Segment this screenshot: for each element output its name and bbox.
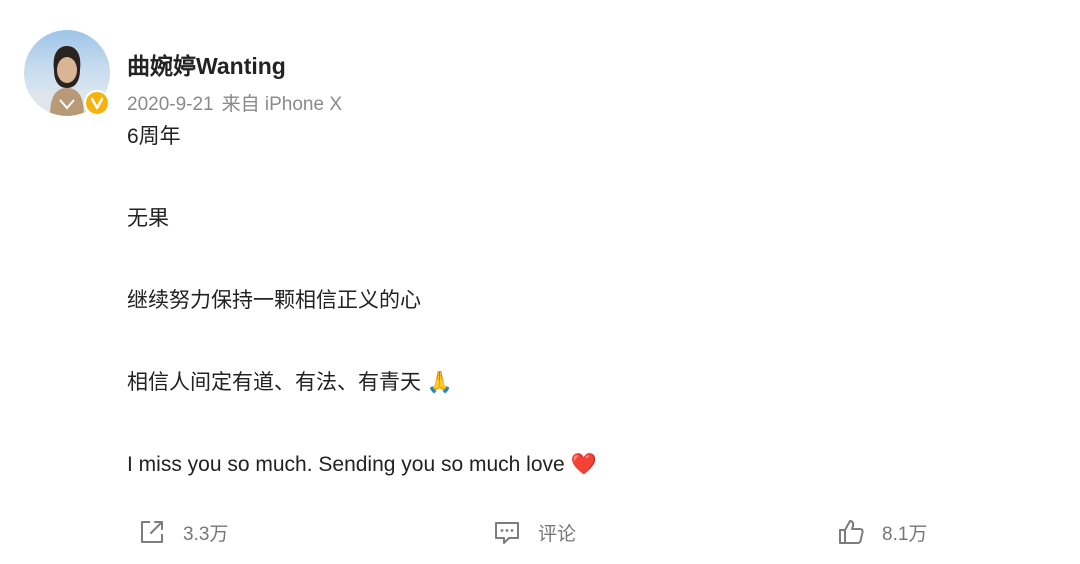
share-button[interactable]: 3.3万 <box>137 512 228 552</box>
post-meta: 2020-9-21 来自 iPhone X <box>127 89 342 116</box>
share-count: 3.3万 <box>183 523 229 545</box>
post-text-line: 继续努力保持一颗相信正义的心 <box>127 289 421 312</box>
comment-icon <box>495 522 519 544</box>
post-source: 来自 iPhone X <box>221 94 343 115</box>
share-icon <box>141 521 163 543</box>
post-content: 6周年 无果 继续努力保持一颗相信正义的心 相信人间定有道、有法、有青天 🙏 I… <box>127 121 1027 531</box>
post-date[interactable]: 2020-9-21 <box>127 94 214 115</box>
like-button[interactable]: 8.1万 <box>836 512 927 552</box>
verified-badge-icon <box>84 90 110 116</box>
post-text-line: 6周年 <box>127 125 181 148</box>
like-count: 8.1万 <box>882 523 928 545</box>
author-avatar-container[interactable] <box>24 30 110 116</box>
author-name[interactable]: 曲婉婷Wanting <box>127 47 286 81</box>
post-action-bar: 3.3万 评论 8.1万 <box>0 512 1080 552</box>
comment-button[interactable]: 评论 <box>492 512 576 552</box>
comment-label: 评论 <box>538 523 577 545</box>
post-text-line: 相信人间定有道、有法、有青天 🙏 <box>127 371 453 394</box>
post-text-line: 无果 <box>127 207 169 230</box>
thumbs-up-icon <box>839 520 864 544</box>
